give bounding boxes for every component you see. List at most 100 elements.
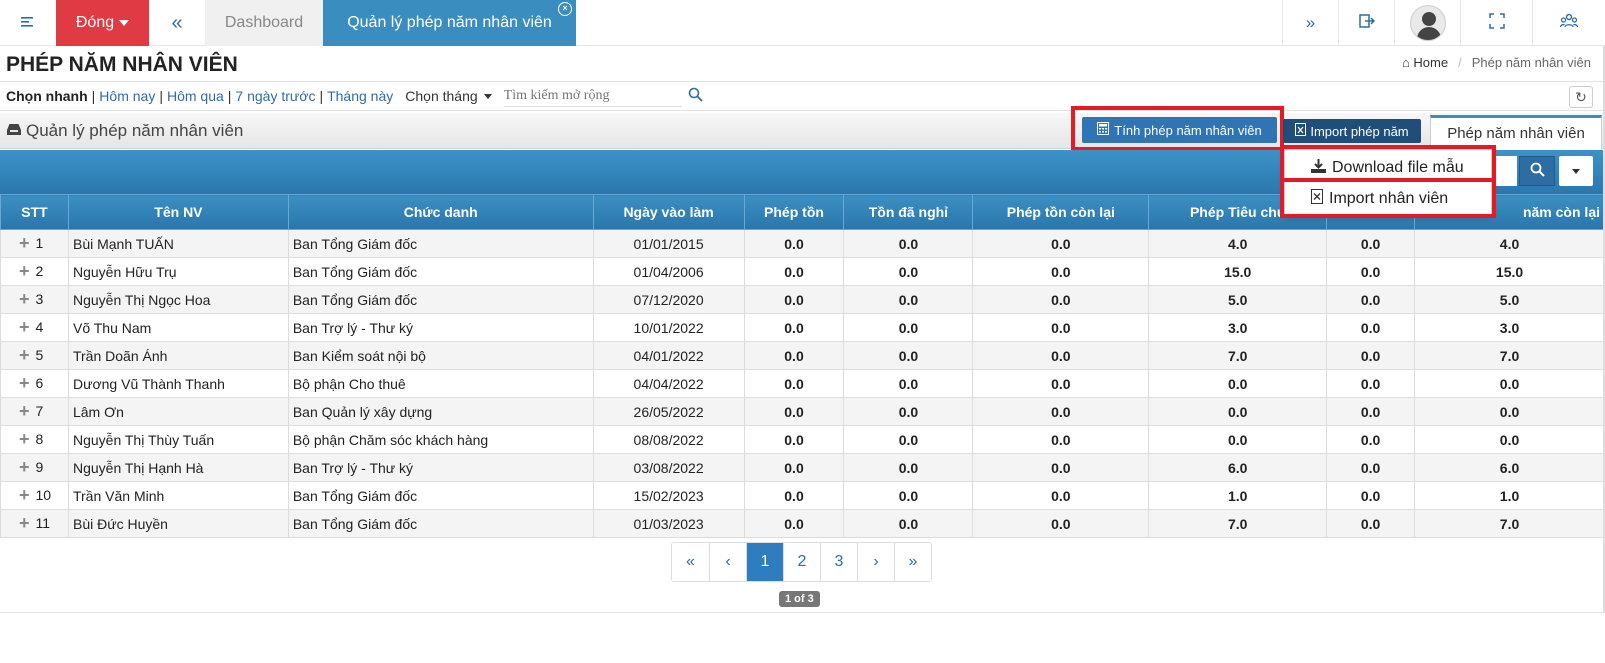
filter-today-link[interactable]: Hôm nay (99, 88, 155, 104)
expand-row-icon[interactable]: + (19, 289, 30, 309)
page-button-2[interactable]: 2 (783, 543, 820, 581)
prev-page-button[interactable]: ‹ (709, 543, 746, 581)
table-row[interactable]: +8 Nguyễn Thị Thùy Tuấn Bộ phận Chăm sóc k… (0, 425, 1605, 454)
table-row[interactable]: +3 Nguyễn Thị Ngọc Hoa Ban Tổng Giám đốc 07… (0, 285, 1605, 314)
expand-row-icon[interactable]: + (19, 401, 30, 421)
leave-value-cell: 0.0 (1326, 257, 1416, 286)
expand-row-icon[interactable]: + (19, 429, 30, 449)
row-number: 10 (35, 487, 52, 503)
standard-leave-cell: 15.0 (1148, 257, 1328, 286)
table-row[interactable]: +6 Dương Vũ Thành Thanh Bộ phận Cho thuê 04… (0, 369, 1605, 398)
leave-balance-cell: 0.0 (743, 397, 845, 426)
table-row[interactable]: +2 Nguyễn Hữu Trụ Ban Tổng Giám đốc 01/04/2… (0, 257, 1605, 286)
next-page-button[interactable]: › (857, 543, 894, 581)
standard-leave-cell: 5.0 (1148, 285, 1328, 314)
tab-phep-nam-nhan-vien[interactable]: Phép năm nhân viên (1430, 115, 1602, 149)
close-tab-icon[interactable]: × (558, 2, 572, 16)
row-number-cell: +5 (0, 341, 69, 370)
user-avatar-button[interactable] (1394, 0, 1460, 46)
users-button[interactable] (1532, 0, 1605, 46)
expand-row-icon[interactable]: + (19, 513, 30, 533)
table-row[interactable]: +5 Trần Doãn Ánh Ban Kiểm soát nội bộ 04/01… (0, 341, 1605, 370)
breadcrumb-home-link[interactable]: ⌂ Home (1402, 55, 1448, 70)
tab-dashboard[interactable]: Dashboard (205, 0, 323, 46)
job-title-cell: Ban Tổng Giám đốc (287, 285, 594, 314)
import-leave-button[interactable]: Import phép năm (1283, 119, 1421, 143)
scroll-tabs-left-button[interactable]: « (149, 0, 205, 46)
column-header[interactable]: Tồn đã nghỉ (843, 194, 974, 230)
job-title-cell: Ban Trợ lý - Thư ký (287, 453, 594, 482)
leave-value-cell: 0.0 (1326, 341, 1416, 370)
search-icon[interactable] (688, 87, 703, 105)
page-button-3[interactable]: 3 (820, 543, 857, 581)
expand-row-icon[interactable]: + (19, 345, 30, 365)
fullscreen-button[interactable] (1460, 0, 1532, 46)
refresh-button[interactable]: ↻ (1569, 86, 1593, 108)
column-header[interactable]: Ngày vào làm (592, 194, 745, 230)
job-title-cell: Ban Kiểm soát nội bộ (287, 341, 594, 370)
year-remaining-cell: 6.0 (1414, 453, 1605, 482)
leave-balance-cell: 0.0 (743, 229, 845, 258)
extended-search-input[interactable] (503, 85, 682, 107)
column-header[interactable]: Tên NV (67, 194, 289, 230)
expand-row-icon[interactable]: + (19, 233, 30, 253)
logout-button[interactable] (1338, 0, 1394, 46)
last-page-button[interactable]: » (894, 543, 931, 581)
menu-toggle-button[interactable] (0, 0, 56, 46)
tab-quan-ly-phep-nam[interactable]: Quản lý phép năm nhân viên × (323, 0, 576, 46)
employee-name-cell: Nguyễn Thị Hạnh Hà (67, 453, 289, 482)
year-remaining-cell: 15.0 (1414, 257, 1605, 286)
row-number-cell: +9 (0, 453, 69, 482)
grid-search-button[interactable] (1519, 156, 1555, 186)
excel-file-icon (1295, 123, 1307, 139)
table-row[interactable]: +7 Lâm Ơn Ban Quản lý xây dựng 26/05/2022 0.… (0, 397, 1605, 426)
leave-value-cell: 0.0 (1326, 453, 1416, 482)
column-header[interactable]: STT (0, 194, 69, 230)
filter-7-days-link[interactable]: 7 ngày trước (235, 88, 315, 104)
row-number-cell: +6 (0, 369, 69, 398)
month-select[interactable]: Chọn tháng (405, 88, 492, 104)
expand-row-icon[interactable]: + (19, 261, 30, 281)
year-remaining-cell: 4.0 (1414, 229, 1605, 258)
column-header[interactable]: Phép tồn (743, 194, 845, 230)
column-header[interactable]: Chức danh (287, 194, 594, 230)
standard-leave-cell: 0.0 (1148, 369, 1328, 398)
balance-remaining-cell: 0.0 (972, 229, 1150, 258)
close-dropdown-button[interactable]: Đóng (56, 0, 149, 46)
column-header[interactable]: Phép tồn còn lại (972, 194, 1150, 230)
row-number: 3 (35, 291, 44, 307)
balance-used-cell: 0.0 (843, 369, 974, 398)
row-number: 7 (35, 403, 44, 419)
grid-options-dropdown-button[interactable] (1559, 156, 1593, 186)
table-row[interactable]: +10 Trần Văn Minh Ban Tổng Giám đốc 15/02/2… (0, 481, 1605, 510)
table-row[interactable]: +4 Võ Thu Nam Ban Trợ lý - Thư ký 10/01/202… (0, 313, 1605, 342)
year-remaining-cell: 3.0 (1414, 313, 1605, 342)
first-page-button[interactable]: « (672, 543, 709, 581)
scroll-tabs-right-button[interactable]: » (1282, 0, 1338, 46)
standard-leave-cell: 7.0 (1148, 509, 1328, 538)
expand-row-icon[interactable]: + (19, 373, 30, 393)
standard-leave-cell: 0.0 (1148, 425, 1328, 454)
filter-this-month-link[interactable]: Tháng này (327, 88, 393, 104)
leave-balance-cell: 0.0 (743, 257, 845, 286)
filter-yesterday-link[interactable]: Hôm qua (167, 88, 224, 104)
table-row[interactable]: +1 Bùi Mạnh TUẤN Ban Tổng Giám đốc 01/01/20… (0, 229, 1605, 258)
start-date-cell: 04/04/2022 (592, 369, 745, 398)
breadcrumb-separator: / (1458, 55, 1462, 70)
page-summary-badge: 1 of 3 (779, 591, 820, 607)
home-icon: ⌂ (1401, 55, 1410, 70)
expand-row-icon[interactable]: + (19, 457, 30, 477)
balance-remaining-cell: 0.0 (972, 453, 1150, 482)
table-row[interactable]: +11 Bùi Đức Huyền Ban Tổng Giám đốc 01/03/2… (0, 509, 1605, 538)
balance-used-cell: 0.0 (843, 453, 974, 482)
page-button-1[interactable]: 1 (746, 543, 783, 581)
row-number-cell: +7 (0, 397, 69, 426)
balance-used-cell: 0.0 (843, 313, 974, 342)
leave-balance-cell: 0.0 (743, 369, 845, 398)
employee-name-cell: Nguyễn Thị Thùy Tuấn (67, 425, 289, 454)
table-row[interactable]: +9 Nguyễn Thị Hạnh Hà Ban Trợ lý - Thư ký 0… (0, 453, 1605, 482)
balance-used-cell: 0.0 (843, 341, 974, 370)
row-number-cell: +1 (0, 229, 69, 258)
expand-row-icon[interactable]: + (19, 485, 30, 505)
expand-row-icon[interactable]: + (19, 317, 30, 337)
